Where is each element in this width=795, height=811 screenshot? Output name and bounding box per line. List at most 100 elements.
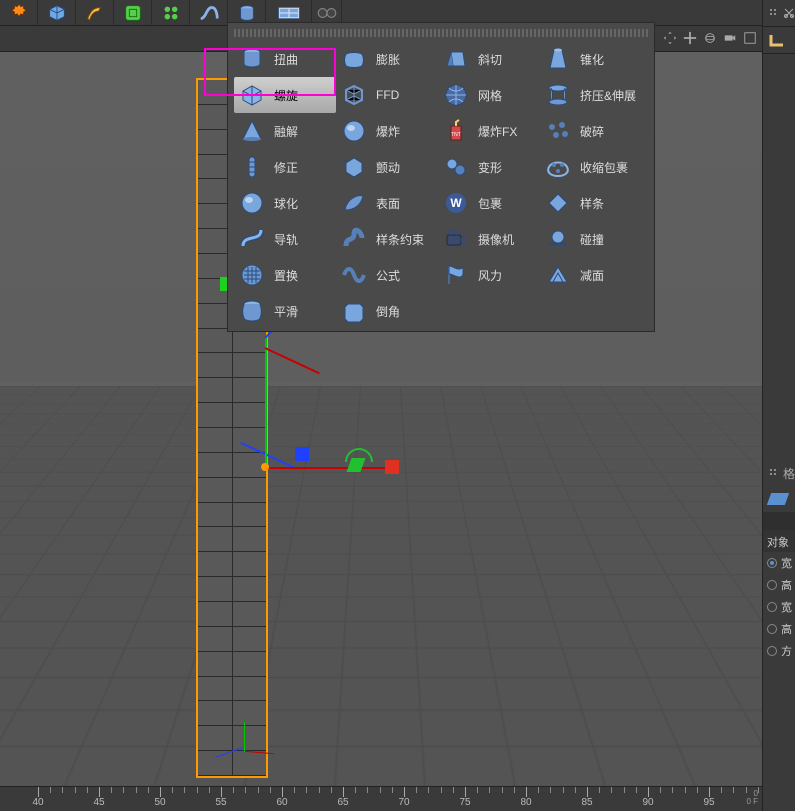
dots-icon xyxy=(769,468,779,478)
deformer-explosion-fx-label: 爆炸FX xyxy=(478,123,517,140)
radio-icon xyxy=(767,580,777,590)
deformer-rail[interactable]: 导轨 xyxy=(234,221,336,257)
attr-option-0[interactable]: 宽 xyxy=(763,552,795,574)
deformer-jiggle-label: 颤动 xyxy=(376,159,400,176)
deformer-spherify[interactable]: 球化 xyxy=(234,185,336,221)
deformer-displacer-label: 置换 xyxy=(274,267,298,284)
deformer-morph[interactable]: 变形 xyxy=(438,149,540,185)
deformer-taper[interactable]: 锥化 xyxy=(540,41,648,77)
gizmo-rotate-handle[interactable] xyxy=(345,448,373,462)
maximize-view-icon[interactable] xyxy=(742,30,758,46)
deformer-bulge-label: 膨胀 xyxy=(376,51,400,68)
morph-drops-icon xyxy=(442,153,470,181)
deformer-collision-label: 碰撞 xyxy=(580,231,604,248)
ruler-label: 65 xyxy=(337,797,348,808)
deformer-bulge[interactable]: 膨胀 xyxy=(336,41,438,77)
deformer-rail-label: 导轨 xyxy=(274,231,298,248)
rail-curve-icon xyxy=(238,225,266,253)
l-shape-icon xyxy=(769,33,785,47)
deformer-bend[interactable]: 扭曲 xyxy=(234,41,336,77)
popup-drag-handle[interactable] xyxy=(234,29,648,37)
orbit-view-icon[interactable] xyxy=(702,30,718,46)
cube-bevel-icon xyxy=(340,297,368,325)
deformer-surface[interactable]: 表面 xyxy=(336,185,438,221)
right-rail: 格 对象 宽高宽高方 xyxy=(762,0,795,811)
tab-object[interactable]: 对象 xyxy=(763,530,793,552)
attr-option-4[interactable]: 方 xyxy=(763,640,795,662)
deformer-button[interactable] xyxy=(114,0,152,26)
deformer-bend-label: 扭曲 xyxy=(274,51,298,68)
deformer-twist[interactable]: 螺旋 xyxy=(234,77,336,113)
attr-option-1[interactable]: 高 xyxy=(763,574,795,596)
panel-blue-tag[interactable] xyxy=(763,486,795,512)
mesh-sphere-icon xyxy=(442,81,470,109)
spline-curl-icon xyxy=(340,225,368,253)
deformer-formula[interactable]: 公式 xyxy=(336,257,438,293)
deformer-decay[interactable]: 减面 xyxy=(540,257,648,293)
deformer-shear[interactable]: 斜切 xyxy=(438,41,540,77)
attr-option-2[interactable]: 宽 xyxy=(763,596,795,618)
formula-wave-icon xyxy=(340,261,368,289)
diamond-icon xyxy=(544,189,572,217)
dots-icon xyxy=(544,117,572,145)
deformer-shatter[interactable]: 破碎 xyxy=(540,113,648,149)
deformer-spline-def[interactable]: 样条 xyxy=(540,185,648,221)
deformer-collision[interactable]: 碰撞 xyxy=(540,221,648,257)
spool-icon xyxy=(544,81,572,109)
cube-jiggle-icon xyxy=(340,153,368,181)
deformer-wind[interactable]: 风力 xyxy=(438,257,540,293)
deformer-shatter-label: 破碎 xyxy=(580,123,604,140)
attribute-tabs[interactable]: 对象 xyxy=(763,530,795,552)
gizmo-origin[interactable] xyxy=(261,463,269,471)
deformer-explosion-fx[interactable]: 爆炸FX xyxy=(438,113,540,149)
deformer-wrap-label: 包裹 xyxy=(478,195,502,212)
dots-icon xyxy=(769,8,779,18)
mini-world-axes xyxy=(214,722,274,782)
deformer-melt-label: 融解 xyxy=(274,123,298,140)
deformer-spline-wrap[interactable]: 样条约束 xyxy=(336,221,438,257)
deformer-displacer[interactable]: 置换 xyxy=(234,257,336,293)
right-l-icon-row[interactable] xyxy=(763,27,795,53)
blue-tag-icon xyxy=(767,493,789,505)
move-gizmo[interactable] xyxy=(265,412,425,532)
deformer-shrinkwrap[interactable]: 收缩包裹 xyxy=(540,149,648,185)
deformer-bevel-label: 倒角 xyxy=(376,303,400,320)
camera-view-icon[interactable] xyxy=(722,30,738,46)
attr-option-label: 宽 xyxy=(781,599,792,615)
gizmo-z-handle[interactable] xyxy=(295,447,309,461)
radio-icon xyxy=(767,558,777,568)
cube-bulge-icon xyxy=(340,45,368,73)
right-top-icons[interactable] xyxy=(763,0,795,26)
ruler-end-label: 00 F xyxy=(746,790,758,806)
deformer-correction[interactable]: 修正 xyxy=(234,149,336,185)
move-view-icon[interactable] xyxy=(662,30,678,46)
deformer-camera[interactable]: 摄像机 xyxy=(438,221,540,257)
timeline-ruler[interactable]: 404550556065707580859095 00 F xyxy=(0,786,762,811)
deformer-jiggle[interactable]: 颤动 xyxy=(336,149,438,185)
spline-button[interactable] xyxy=(190,0,228,26)
deformer-ffd[interactable]: FFD xyxy=(336,77,438,113)
radio-icon xyxy=(767,624,777,634)
deformer-taper-label: 锥化 xyxy=(580,51,604,68)
gizmo-x-handle[interactable] xyxy=(385,460,399,474)
primitive-cube-button[interactable] xyxy=(38,0,76,26)
wrap-dots-icon xyxy=(544,153,572,181)
deformer-bevel[interactable]: 倒角 xyxy=(336,293,438,329)
ruler-label: 60 xyxy=(276,797,287,808)
panel-patch-icon[interactable]: 格 xyxy=(763,460,795,486)
pen-tool-button[interactable] xyxy=(76,0,114,26)
deformer-melt[interactable]: 融解 xyxy=(234,113,336,149)
cloner-button[interactable] xyxy=(152,0,190,26)
zoom-view-icon[interactable] xyxy=(682,30,698,46)
scissors-icon xyxy=(783,7,795,19)
ruler-label: 70 xyxy=(398,797,409,808)
deformer-wrap[interactable]: 包裹 xyxy=(438,185,540,221)
attr-option-3[interactable]: 高 xyxy=(763,618,795,640)
attr-option-label: 宽 xyxy=(781,555,792,571)
deformer-smoothing[interactable]: 平滑 xyxy=(234,293,336,329)
deformer-wind-label: 风力 xyxy=(478,267,502,284)
deformer-explosion[interactable]: 爆炸 xyxy=(336,113,438,149)
deformer-extrude[interactable]: 挤压&伸展 xyxy=(540,77,648,113)
deformer-mesh[interactable]: 网格 xyxy=(438,77,540,113)
render-settings-button[interactable] xyxy=(0,0,38,26)
